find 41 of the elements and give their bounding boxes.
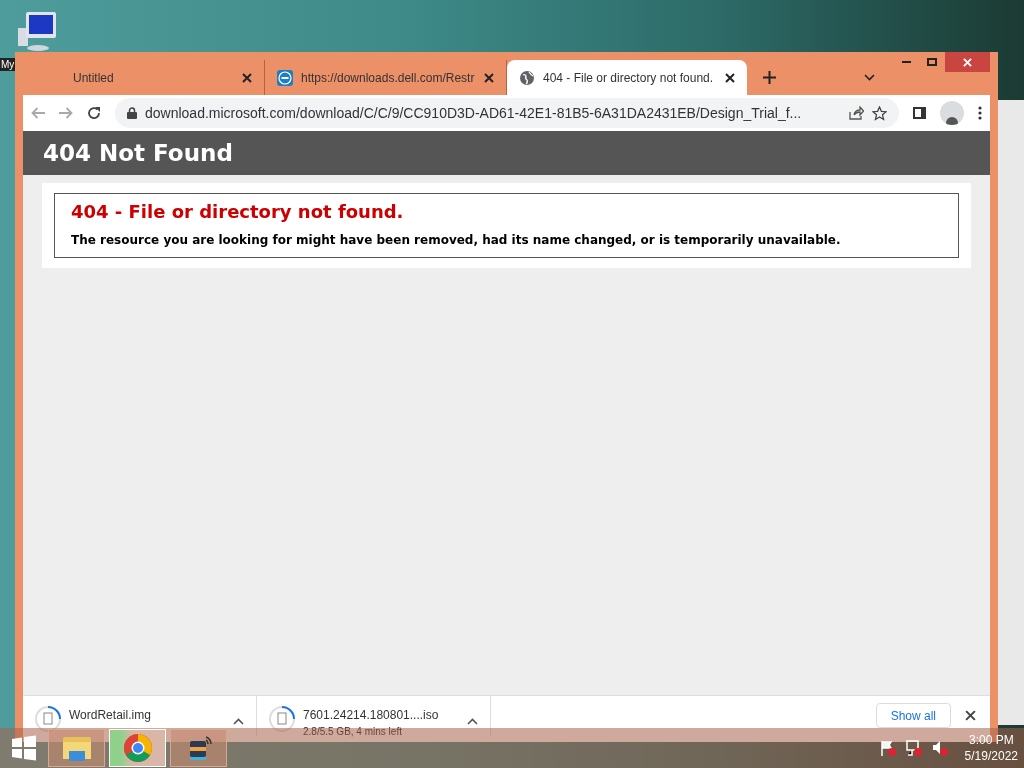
reload-icon[interactable]	[87, 106, 101, 120]
close-window-button[interactable]	[945, 52, 990, 72]
show-all-button[interactable]: Show all	[875, 703, 951, 728]
start-icon[interactable]	[11, 735, 37, 761]
close-icon[interactable]	[242, 72, 252, 83]
taskbar-button[interactable]	[170, 729, 227, 767]
profile-icon[interactable]	[940, 101, 964, 125]
chrome-icon	[122, 733, 153, 763]
tab-title: https://downloads.dell.com/Restr	[301, 69, 476, 87]
globe-icon	[519, 69, 535, 86]
caret-icon[interactable]	[467, 718, 478, 725]
side-panel-icon[interactable]	[913, 107, 926, 119]
download-status: 2.8/5.5 GB, 4 mins left	[303, 725, 403, 739]
tab-title: 404 - File or directory not found.	[543, 69, 715, 87]
flag-icon[interactable]	[878, 739, 897, 757]
close-icon[interactable]	[965, 710, 976, 721]
share-icon[interactable]	[849, 106, 864, 120]
lock-icon	[127, 107, 137, 119]
error-title: 404 - File or directory not found.	[71, 200, 405, 224]
clock-date[interactable]: 5/19/2022	[964, 748, 1018, 764]
close-icon[interactable]	[725, 72, 735, 83]
url-text: download.microsoft.com/download/C/C/9/CC910D3D-AD61-42E1-81B5-6A31DA2431EB/Design_Trial_f...	[145, 103, 803, 123]
favicon-icon	[277, 69, 293, 86]
caret-icon[interactable]	[233, 718, 244, 725]
star-icon[interactable]	[872, 105, 887, 121]
file-icon	[35, 706, 61, 732]
file-icon	[269, 706, 295, 732]
address-bar[interactable]: download.microsoft.com/download/C/C/9/CC910D3D-AD61-42E1-81B5-6A31DA2431EB/Design_Trial_f...	[115, 98, 899, 128]
tab-title: Untitled	[73, 69, 115, 87]
error-message: The resource you are looking for might have been removed, had its name changed, or is temporarily unavailable.	[71, 232, 842, 249]
tab-list-caret-icon[interactable]	[864, 74, 875, 81]
download-name: 7601.24214.180801....iso	[303, 707, 440, 724]
network-icon[interactable]	[904, 739, 923, 757]
page-heading: 404 Not Found	[43, 138, 233, 168]
close-icon[interactable]	[484, 72, 494, 83]
browser-tab[interactable]: 404 - File or directory not found.	[507, 60, 747, 95]
menu-icon[interactable]	[978, 106, 982, 120]
new-tab-icon[interactable]	[763, 71, 776, 84]
download-name: WordRetail.img	[69, 707, 152, 724]
volume-icon[interactable]	[930, 739, 949, 757]
desktop-icon-label: My	[0, 58, 16, 71]
